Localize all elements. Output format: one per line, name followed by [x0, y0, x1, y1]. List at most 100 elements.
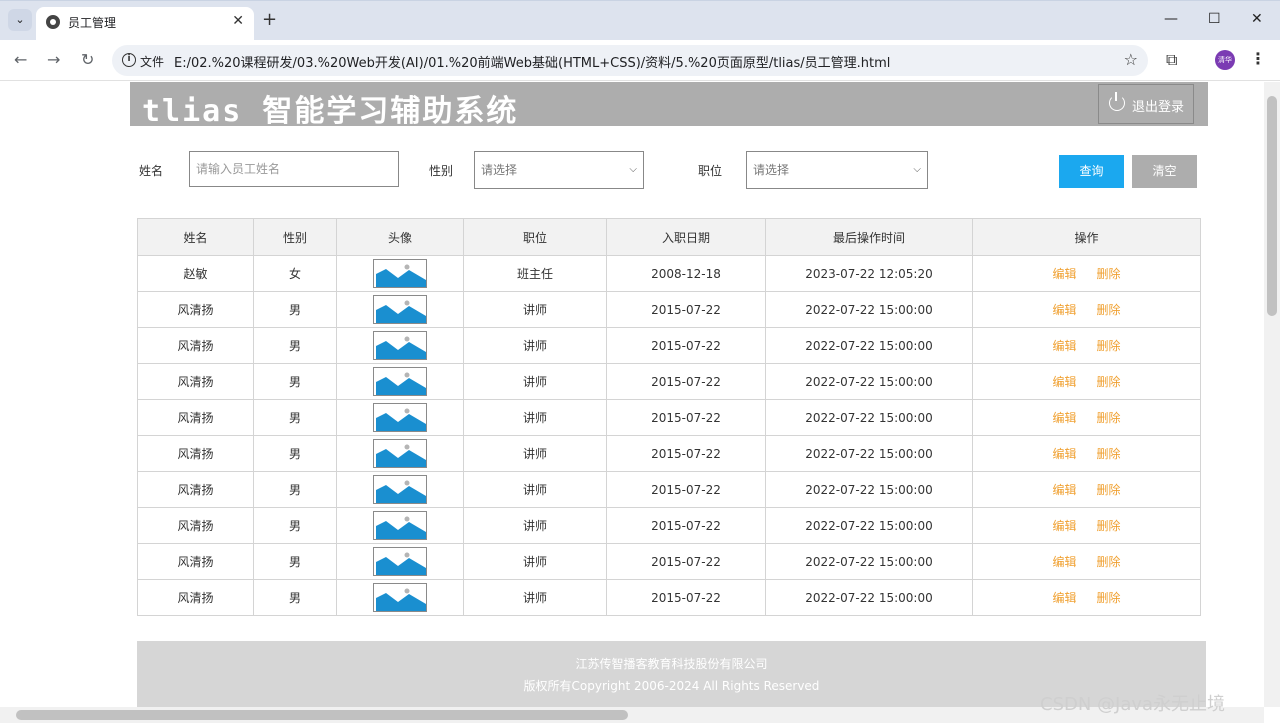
cell-entry-date: 2015-07-22 — [606, 399, 766, 436]
cell-entry-date: 2015-07-22 — [606, 435, 766, 472]
clear-button[interactable]: 清空 — [1132, 155, 1197, 188]
delete-link[interactable]: 删除 — [1097, 303, 1121, 317]
tab-list-chevron-icon[interactable]: ⌄ — [8, 9, 32, 31]
back-arrow-icon[interactable]: ← — [14, 50, 27, 69]
info-icon[interactable]: i — [122, 53, 136, 67]
cell-avatar — [336, 255, 464, 292]
cell-avatar — [336, 399, 464, 436]
cell-actions: 编辑 删除 — [972, 435, 1201, 472]
cell-name: 风清扬 — [137, 435, 254, 472]
forward-arrow-icon[interactable]: → — [47, 50, 60, 69]
delete-link[interactable]: 删除 — [1097, 267, 1121, 281]
cell-actions: 编辑 删除 — [972, 291, 1201, 328]
delete-link[interactable]: 删除 — [1097, 483, 1121, 497]
table-row: 风清扬男 讲师 2015-07-22 2022-07-22 15:00:00 编辑 删除 — [137, 435, 1201, 472]
cell-entry-date: 2015-07-22 — [606, 471, 766, 508]
cell-gender: 男 — [253, 435, 337, 472]
gender-label: 性别 — [429, 164, 454, 178]
edit-link[interactable]: 编辑 — [1052, 447, 1076, 461]
cell-update-time: 2022-07-22 15:00:00 — [765, 363, 973, 400]
watermark: CSDN @Java永无止境 — [1040, 694, 1226, 715]
cell-gender: 男 — [253, 507, 337, 544]
profile-avatar[interactable]: 清华 — [1215, 50, 1235, 70]
cell-actions: 编辑 删除 — [972, 579, 1201, 616]
cell-job: 讲师 — [463, 507, 607, 544]
horizontal-scrollbar-thumb[interactable] — [16, 710, 628, 720]
table-row: 风清扬男 讲师 2015-07-22 2022-07-22 15:00:00 编辑 删除 — [137, 471, 1201, 508]
edit-link[interactable]: 编辑 — [1052, 267, 1076, 281]
app-title: tlias 智能学习辅助系统 — [142, 94, 519, 129]
cell-avatar — [336, 291, 464, 328]
delete-link[interactable]: 删除 — [1097, 411, 1121, 425]
query-button[interactable]: 查询 — [1059, 155, 1124, 188]
footer-company: 江苏传智播客教育科技股份有限公司 — [575, 657, 768, 671]
cell-update-time: 2022-07-22 15:00:00 — [765, 291, 973, 328]
column-header: 姓名 — [137, 218, 254, 256]
cell-actions: 编辑 删除 — [972, 255, 1201, 292]
table-row: 风清扬男 讲师 2015-07-22 2022-07-22 15:00:00 编辑 删除 — [137, 543, 1201, 580]
avatar-image-icon — [373, 511, 427, 540]
address-url[interactable]: E:/02.%20课程研发/03.%20Web开发(AI)/01.%20前端We… — [174, 52, 890, 71]
vertical-scrollbar[interactable] — [1264, 82, 1280, 707]
delete-link[interactable]: 删除 — [1097, 447, 1121, 461]
new-tab-plus-icon[interactable]: + — [262, 9, 277, 30]
cell-avatar — [336, 327, 464, 364]
cell-entry-date: 2015-07-22 — [606, 543, 766, 580]
delete-link[interactable]: 删除 — [1097, 519, 1121, 533]
cell-gender: 男 — [253, 543, 337, 580]
cell-entry-date: 2015-07-22 — [606, 507, 766, 544]
gender-select[interactable]: 请选择 ⌵ — [474, 151, 644, 189]
edit-link[interactable]: 编辑 — [1052, 411, 1076, 425]
page-viewport: tlias 智能学习辅助系统 退出登录 姓名 请输入员工姓名 性别 请选择 ⌵ … — [0, 82, 1264, 707]
edit-link[interactable]: 编辑 — [1052, 483, 1076, 497]
extensions-puzzle-icon[interactable]: ⧉ — [1166, 50, 1177, 70]
logout-button[interactable]: 退出登录 — [1098, 84, 1194, 124]
edit-link[interactable]: 编辑 — [1052, 303, 1076, 317]
name-search-input[interactable]: 请输入员工姓名 — [189, 151, 399, 187]
edit-link[interactable]: 编辑 — [1052, 339, 1076, 353]
edit-link[interactable]: 编辑 — [1052, 519, 1076, 533]
cell-actions: 编辑 删除 — [972, 363, 1201, 400]
column-header: 操作 — [972, 218, 1201, 256]
vertical-scrollbar-thumb[interactable] — [1267, 96, 1277, 316]
cell-actions: 编辑 删除 — [972, 471, 1201, 508]
job-select-value: 请选择 — [753, 163, 790, 177]
delete-link[interactable]: 删除 — [1097, 555, 1121, 569]
delete-link[interactable]: 删除 — [1097, 375, 1121, 389]
table-row: 风清扬男 讲师 2015-07-22 2022-07-22 15:00:00 编辑 删除 — [137, 363, 1201, 400]
delete-link[interactable]: 删除 — [1097, 339, 1121, 353]
close-icon[interactable]: ✕ — [232, 13, 244, 29]
cell-update-time: 2022-07-22 15:00:00 — [765, 507, 973, 544]
window-close-icon[interactable]: ✕ — [1251, 11, 1263, 27]
avatar-image-icon — [373, 583, 427, 612]
cell-update-time: 2022-07-22 15:00:00 — [765, 399, 973, 436]
gender-select-value: 请选择 — [481, 163, 518, 177]
reload-icon[interactable]: ↻ — [81, 50, 94, 69]
cell-gender: 男 — [253, 579, 337, 616]
maximize-icon[interactable]: ☐ — [1208, 11, 1221, 27]
job-select[interactable]: 请选择 ⌵ — [746, 151, 928, 189]
power-icon — [1109, 92, 1125, 111]
table-row: 风清扬男 讲师 2015-07-22 2022-07-22 15:00:00 编辑 删除 — [137, 579, 1201, 616]
cell-entry-date: 2015-07-22 — [606, 327, 766, 364]
edit-link[interactable]: 编辑 — [1052, 555, 1076, 569]
more-menu-icon[interactable]: ⋮ — [1250, 49, 1266, 68]
bookmark-star-icon[interactable]: ☆ — [1124, 50, 1138, 69]
avatar-image-icon — [373, 439, 427, 468]
cell-avatar — [336, 543, 464, 580]
chevron-down-icon: ⌵ — [913, 164, 921, 175]
cell-job: 班主任 — [463, 255, 607, 292]
table-row: 赵敏女 班主任 2008-12-18 2023-07-22 12:05:20 编辑 删除 — [137, 255, 1201, 292]
name-label: 姓名 — [139, 164, 164, 178]
employee-table: 姓名 性别 头像 职位 入职日期 最后操作时间 操作 赵敏女 班主任 2008-12… — [137, 218, 1201, 616]
cell-actions: 编辑 删除 — [972, 507, 1201, 544]
edit-link[interactable]: 编辑 — [1052, 375, 1076, 389]
table-row: 风清扬男 讲师 2015-07-22 2022-07-22 15:00:00 编辑 删除 — [137, 399, 1201, 436]
edit-link[interactable]: 编辑 — [1052, 591, 1076, 605]
delete-link[interactable]: 删除 — [1097, 591, 1121, 605]
address-bar[interactable]: i 文件 E:/02.%20课程研发/03.%20Web开发(AI)/01.%2… — [112, 45, 1148, 76]
minimize-icon[interactable]: — — [1164, 11, 1178, 27]
browser-tab[interactable]: 员工管理 ✕ — [36, 7, 254, 41]
cell-name: 赵敏 — [137, 255, 254, 292]
cell-actions: 编辑 删除 — [972, 543, 1201, 580]
